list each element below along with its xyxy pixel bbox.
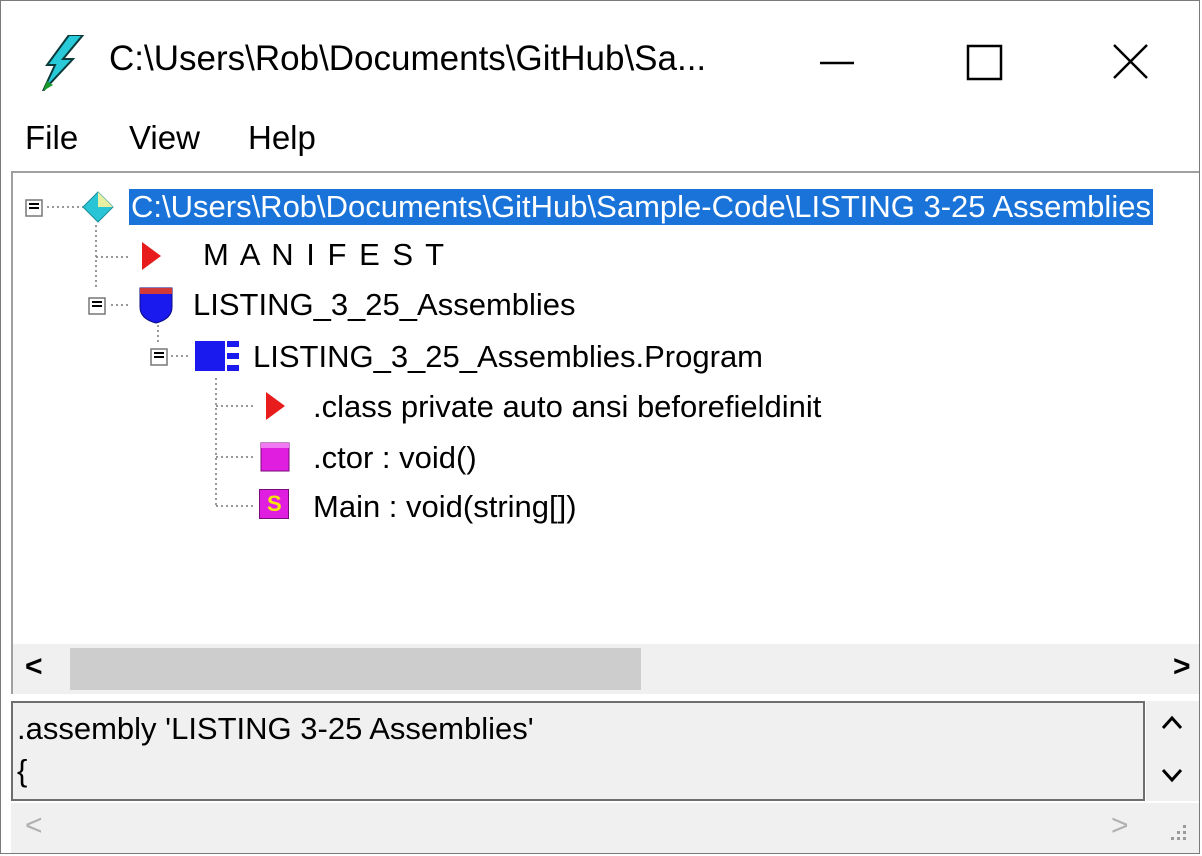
detail-text-pane[interactable]: .assembly 'LISTING 3-25 Assemblies' { (11, 701, 1145, 801)
tree-main[interactable]: Main : void(string[]) (313, 489, 577, 525)
tree-class[interactable]: LISTING_3_25_Assemblies.Program (253, 339, 763, 375)
resize-grip-icon[interactable] (1161, 819, 1191, 849)
scroll-left-disabled-icon: < (25, 809, 43, 842)
collapse-class-icon[interactable] (150, 348, 168, 366)
window-title: C:\Users\Rob\Documents\GitHub\Sa... (109, 39, 707, 78)
detail-line-2: { (17, 753, 28, 788)
detail-horizontal-scrollbar[interactable]: < > (11, 803, 1199, 853)
close-button[interactable] (1091, 27, 1171, 97)
tree-ctor[interactable]: .ctor : void() (313, 440, 477, 476)
assembly-tree-view[interactable]: C:\Users\Rob\Documents\GitHub\Sample-Cod… (11, 171, 1199, 644)
namespace-shield-icon (139, 287, 173, 324)
maximize-button[interactable] (946, 27, 1026, 97)
scroll-down-icon[interactable] (1160, 765, 1184, 785)
tree-root-path[interactable]: C:\Users\Rob\Documents\GitHub\Sample-Cod… (128, 188, 1154, 226)
static-badge: S (267, 491, 282, 516)
ildasm-window: C:\Users\Rob\Documents\GitHub\Sa... File… (0, 0, 1200, 854)
title-bar: C:\Users\Rob\Documents\GitHub\Sa... (1, 1, 1199, 113)
collapse-root-icon[interactable] (25, 199, 43, 217)
scroll-thumb[interactable] (70, 648, 641, 690)
class-info-arrow-icon (266, 392, 285, 420)
tree-class-info[interactable]: .class private auto ansi beforefieldinit (313, 389, 821, 425)
menu-bar: File View Help (1, 113, 1199, 165)
manifest-arrow-icon (142, 242, 161, 270)
menu-file[interactable]: File (25, 119, 78, 157)
tree-namespace[interactable]: LISTING_3_25_Assemblies (193, 287, 576, 323)
method-icon (260, 442, 290, 472)
lightning-icon (42, 35, 85, 91)
class-icon (195, 341, 239, 371)
scroll-right-disabled-icon: > (1111, 809, 1129, 842)
minimize-button[interactable] (796, 27, 876, 97)
menu-view[interactable]: View (129, 119, 200, 157)
tree-manifest[interactable]: M A N I F E S T (203, 237, 446, 273)
menu-help[interactable]: Help (248, 119, 316, 157)
detail-line-1: .assembly 'LISTING 3-25 Assemblies' (17, 711, 534, 746)
detail-vertical-scrollbar[interactable] (1146, 701, 1199, 801)
assembly-diamond-icon (82, 191, 114, 223)
scroll-up-icon[interactable] (1160, 713, 1184, 733)
collapse-namespace-icon[interactable] (88, 297, 106, 315)
static-method-icon: S (259, 489, 289, 519)
tree-horizontal-scrollbar[interactable]: < > (11, 644, 1199, 694)
scroll-right-icon[interactable]: > (1173, 650, 1191, 684)
scroll-left-icon[interactable]: < (25, 650, 43, 684)
